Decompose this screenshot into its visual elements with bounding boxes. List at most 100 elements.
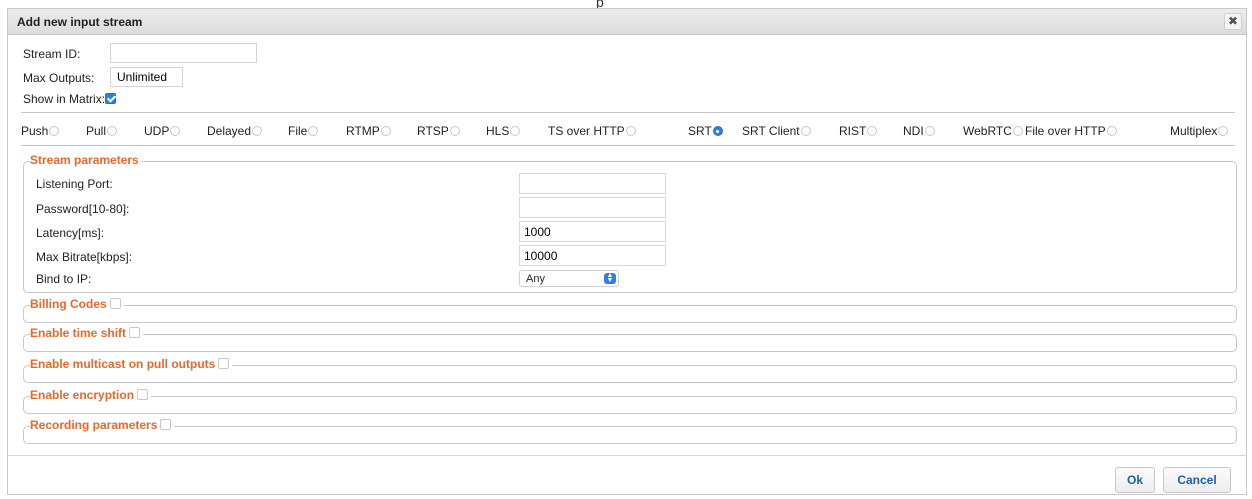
radio-icon[interactable] <box>1218 126 1229 136</box>
radio-icon[interactable] <box>380 126 391 136</box>
stream-id-input[interactable] <box>110 43 257 63</box>
stream-type-label: NDI <box>903 124 924 138</box>
stream-type-label: SRT <box>688 124 712 138</box>
footer-divider <box>8 455 1246 456</box>
stream-type-rtsp[interactable]: RTSP <box>417 124 460 138</box>
password-label: Password[10-80]: <box>36 202 130 216</box>
time-shift-label: Enable time shift <box>30 326 127 340</box>
radio-icon[interactable] <box>510 126 521 136</box>
stream-type-push[interactable]: Push <box>21 124 60 138</box>
stream-type-label: RIST <box>839 124 867 138</box>
stream-type-ndi[interactable]: NDI <box>903 124 935 138</box>
multicast-checkbox[interactable] <box>218 358 230 369</box>
max-bitrate-input[interactable] <box>519 245 666 266</box>
latency-input[interactable] <box>519 221 666 242</box>
stream-type-pull[interactable]: Pull <box>86 124 118 138</box>
recording-legend: Recording parameters <box>30 418 175 432</box>
stream-type-srt-client[interactable]: SRT Client <box>742 124 811 138</box>
stream-type-delayed[interactable]: Delayed <box>207 124 263 138</box>
max-outputs-input[interactable] <box>110 67 183 87</box>
stream-type-label: Multiplex <box>1170 124 1218 138</box>
encryption-label: Enable encryption <box>30 388 135 402</box>
stream-type-label: Delayed <box>207 124 252 138</box>
stream-type-label: SRT Client <box>742 124 800 138</box>
billing-codes-fieldset: Billing Codes <box>23 297 1237 323</box>
multicast-legend: Enable multicast on pull outputs <box>30 357 233 371</box>
bind-ip-select[interactable]: Any ▲ ▼ <box>519 270 619 287</box>
add-input-stream-dialog: Add new input stream ✖ Stream ID: Max Ou… <box>7 8 1247 495</box>
encryption-checkbox[interactable] <box>137 389 149 400</box>
encryption-legend: Enable encryption <box>30 388 152 402</box>
radio-icon[interactable] <box>170 126 181 136</box>
stream-type-radio-group: Push Pull UDP Delayed File RTMP RTSP HLS… <box>21 124 1237 142</box>
divider <box>21 112 1235 113</box>
stream-id-row: Stream ID: <box>23 47 80 61</box>
password-input[interactable] <box>519 197 666 218</box>
stream-type-webrtc[interactable]: WebRTC <box>963 124 1023 138</box>
radio-icon[interactable] <box>924 126 935 136</box>
radio-icon[interactable] <box>1012 126 1023 136</box>
dialog-title: Add new input stream <box>17 15 143 29</box>
stream-type-file-over-http[interactable]: File over HTTP <box>1025 124 1117 138</box>
stream-type-label: WebRTC <box>963 124 1012 138</box>
time-shift-legend: Enable time shift <box>30 326 144 340</box>
radio-icon[interactable] <box>107 126 118 136</box>
dialog-titlebar[interactable]: Add new input stream ✖ <box>8 9 1246 35</box>
radio-icon[interactable] <box>252 126 263 136</box>
select-arrows-icon: ▲ ▼ <box>604 272 616 284</box>
stream-type-label: UDP <box>144 124 170 138</box>
stream-type-label: RTMP <box>346 124 380 138</box>
stream-type-ts-over-http[interactable]: TS over HTTP <box>548 124 636 138</box>
bind-ip-label: Bind to IP: <box>36 272 92 286</box>
billing-codes-legend: Billing Codes <box>30 297 124 311</box>
show-in-matrix-row: Show in Matrix: <box>23 92 117 106</box>
stream-parameters-fieldset: Stream parameters Listening Port: Passwo… <box>23 153 1237 293</box>
stream-id-label: Stream ID: <box>23 47 81 61</box>
show-in-matrix-label: Show in Matrix: <box>23 92 106 106</box>
radio-icon[interactable] <box>449 126 460 136</box>
max-outputs-row: Max Outputs: <box>23 71 94 85</box>
radio-icon[interactable] <box>308 126 319 136</box>
stream-type-label: TS over HTTP <box>548 124 625 138</box>
stream-type-rtmp[interactable]: RTMP <box>346 124 391 138</box>
stream-type-hls[interactable]: HLS <box>486 124 521 138</box>
stream-type-label: HLS <box>486 124 510 138</box>
radio-selected-icon[interactable] <box>712 126 723 136</box>
show-in-matrix-checkbox[interactable] <box>105 93 117 104</box>
max-outputs-label: Max Outputs: <box>23 71 95 85</box>
divider <box>21 145 1235 146</box>
max-bitrate-label: Max Bitrate[kbps]: <box>36 250 133 264</box>
stream-type-label: File over HTTP <box>1025 124 1106 138</box>
recording-checkbox[interactable] <box>160 419 172 430</box>
cancel-button[interactable]: Cancel <box>1163 467 1231 493</box>
encryption-fieldset: Enable encryption <box>23 388 1237 414</box>
billing-codes-label: Billing Codes <box>30 297 107 311</box>
stream-type-file[interactable]: File <box>288 124 319 138</box>
radio-icon[interactable] <box>625 126 636 136</box>
listening-port-label: Listening Port: <box>36 177 113 191</box>
radio-icon[interactable] <box>1106 126 1117 136</box>
recording-fieldset: Recording parameters <box>23 418 1237 444</box>
latency-label: Latency[ms]: <box>36 226 105 240</box>
stream-type-label: Pull <box>86 124 107 138</box>
ok-button[interactable]: Ok <box>1115 467 1155 493</box>
billing-codes-checkbox[interactable] <box>109 298 121 309</box>
stream-type-rist[interactable]: RIST <box>839 124 878 138</box>
radio-icon[interactable] <box>800 126 811 136</box>
stream-type-udp[interactable]: UDP <box>144 124 181 138</box>
multicast-label: Enable multicast on pull outputs <box>30 357 216 371</box>
stream-type-label: RTSP <box>417 124 449 138</box>
stream-type-srt[interactable]: SRT <box>688 124 723 138</box>
time-shift-fieldset: Enable time shift <box>23 326 1237 352</box>
listening-port-input[interactable] <box>519 173 666 194</box>
stream-type-label: Push <box>21 124 49 138</box>
stream-type-label: File <box>288 124 308 138</box>
recording-label: Recording parameters <box>30 418 158 432</box>
time-shift-checkbox[interactable] <box>129 327 141 338</box>
multicast-fieldset: Enable multicast on pull outputs <box>23 357 1237 383</box>
stream-type-multiplex[interactable]: Multiplex <box>1170 124 1229 138</box>
bind-ip-selected-value: Any <box>526 273 545 285</box>
radio-icon[interactable] <box>867 126 878 136</box>
radio-icon[interactable] <box>49 126 60 136</box>
close-icon[interactable]: ✖ <box>1224 13 1242 30</box>
